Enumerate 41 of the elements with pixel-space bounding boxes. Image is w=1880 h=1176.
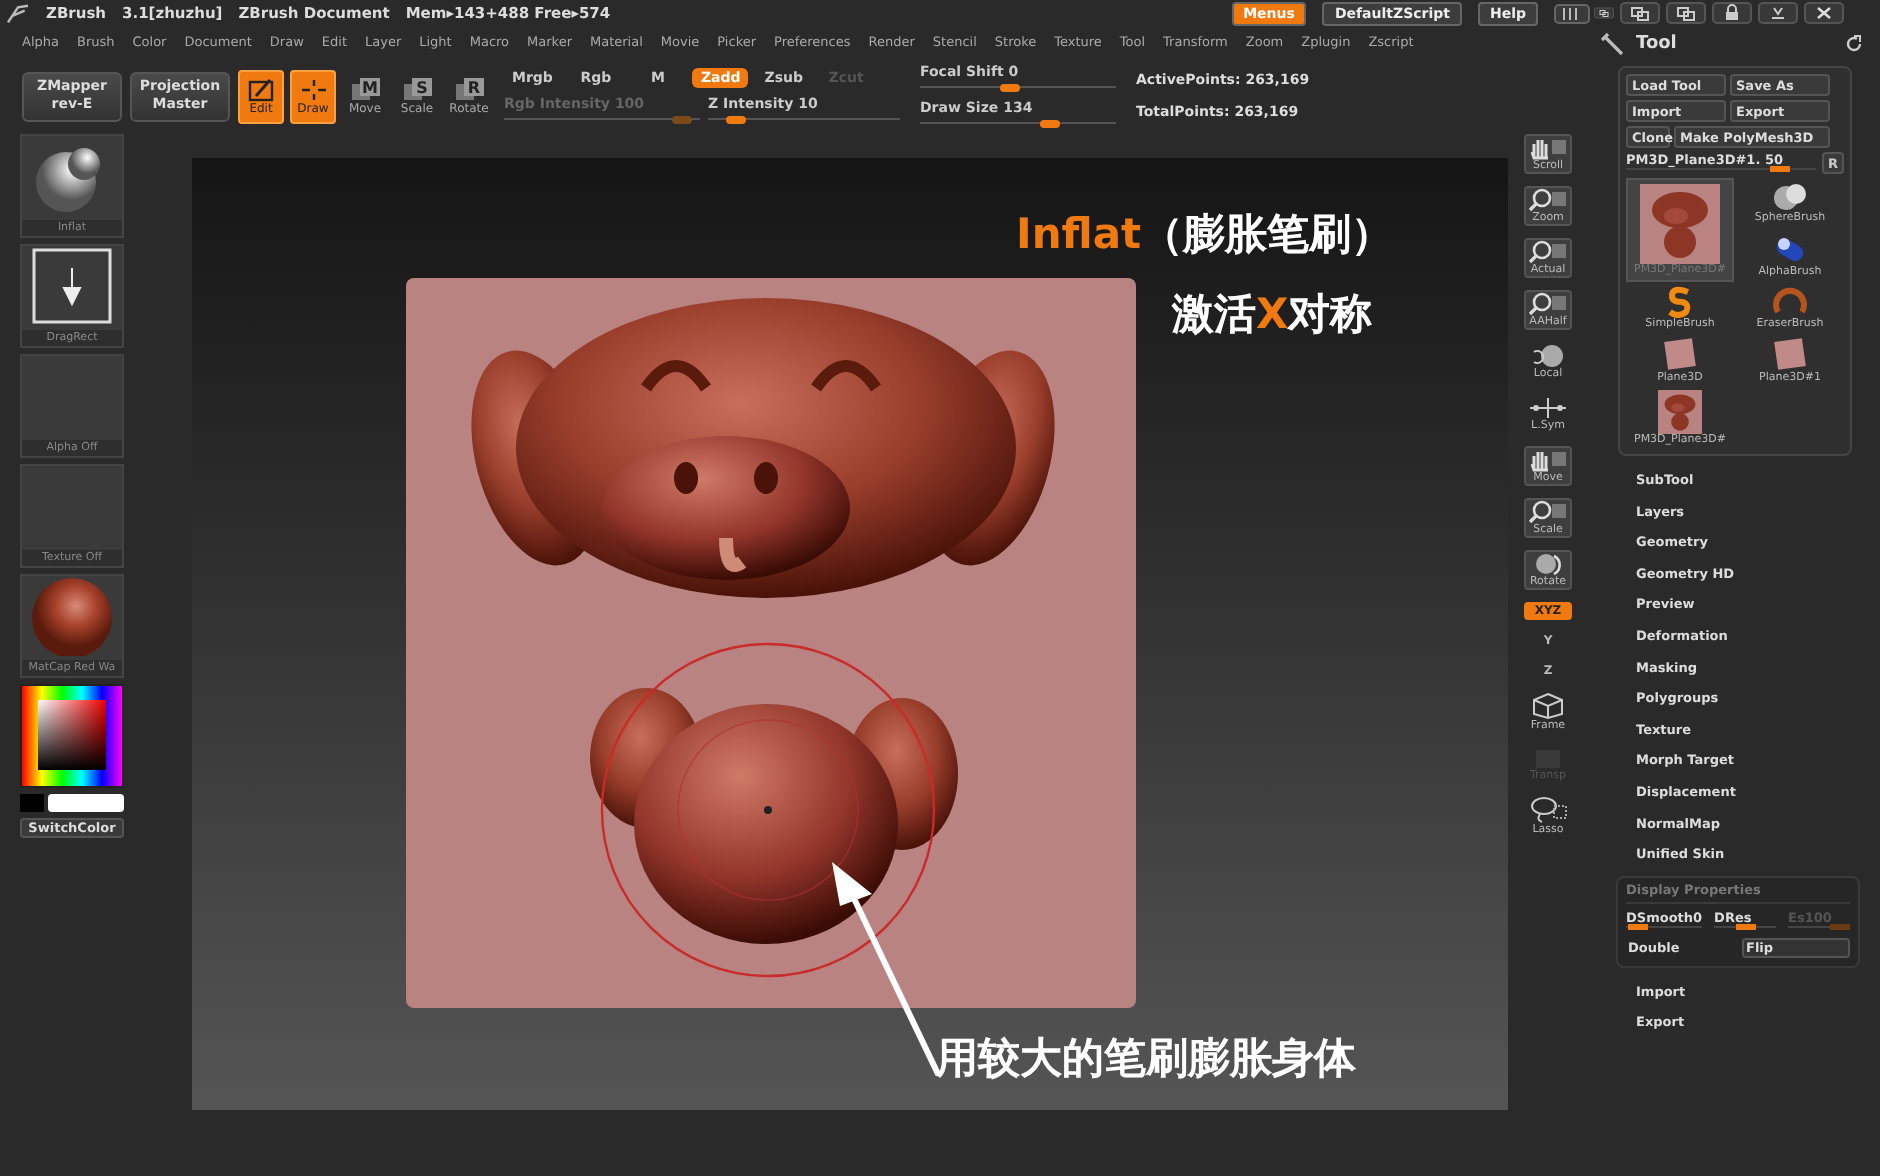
document-canvas[interactable]: Inflat（膨胀笔刷） 激活X对称 用较大的笔刷膨胀身体 bbox=[192, 158, 1508, 1110]
plane-icon bbox=[1770, 336, 1810, 372]
annotation-title: Inflat（膨胀笔刷） bbox=[1016, 208, 1394, 262]
slider-thumb[interactable] bbox=[999, 83, 1020, 91]
close-icon[interactable] bbox=[1804, 2, 1844, 24]
pencil-frame-icon bbox=[247, 77, 275, 101]
crosshair-icon bbox=[299, 77, 327, 101]
cube-icon bbox=[1528, 692, 1568, 720]
dock-left-icon[interactable] bbox=[1620, 2, 1660, 24]
brush-logo-icon bbox=[6, 3, 30, 23]
lasso-icon bbox=[1528, 796, 1568, 824]
refresh-icon[interactable] bbox=[1844, 34, 1864, 54]
symmetry-icon bbox=[1528, 396, 1568, 420]
annotation-caption: 用较大的笔刷膨胀身体 bbox=[936, 1032, 1356, 1086]
main-color-swatch[interactable] bbox=[48, 794, 124, 812]
dock-right-icon[interactable] bbox=[1666, 2, 1706, 24]
slider-thumb[interactable] bbox=[725, 115, 746, 123]
slider-thumb[interactable] bbox=[1735, 923, 1756, 930]
plane-icon bbox=[1660, 336, 1700, 372]
collapse-icon[interactable] bbox=[1554, 3, 1590, 23]
hand-icon bbox=[1528, 448, 1568, 472]
color-picker[interactable] bbox=[20, 684, 124, 788]
slider-thumb[interactable] bbox=[1039, 119, 1060, 127]
slider-thumb[interactable] bbox=[1770, 166, 1791, 172]
magnifier-icon bbox=[1528, 292, 1568, 316]
minimize-icon[interactable] bbox=[1758, 2, 1798, 24]
annotation-subtitle: 激活X对称 bbox=[1172, 288, 1373, 342]
slider-thumb[interactable] bbox=[1628, 923, 1649, 930]
magnifier-icon bbox=[1528, 188, 1568, 212]
character-thumbnail-icon bbox=[1640, 184, 1720, 264]
lock-icon[interactable] bbox=[1712, 2, 1752, 24]
sphere-icon bbox=[1528, 344, 1568, 368]
curl-icon bbox=[1770, 286, 1810, 318]
magnifier-icon bbox=[1528, 500, 1568, 524]
hammer-icon bbox=[1600, 32, 1624, 56]
magnifier-icon bbox=[1528, 240, 1568, 264]
character-thumbnail-icon bbox=[1658, 390, 1702, 434]
hand-icon bbox=[1528, 136, 1568, 160]
secondary-color-swatch[interactable] bbox=[20, 794, 44, 812]
sphere-cluster-icon bbox=[1770, 180, 1810, 212]
palette-title: Tool bbox=[1636, 34, 1679, 54]
